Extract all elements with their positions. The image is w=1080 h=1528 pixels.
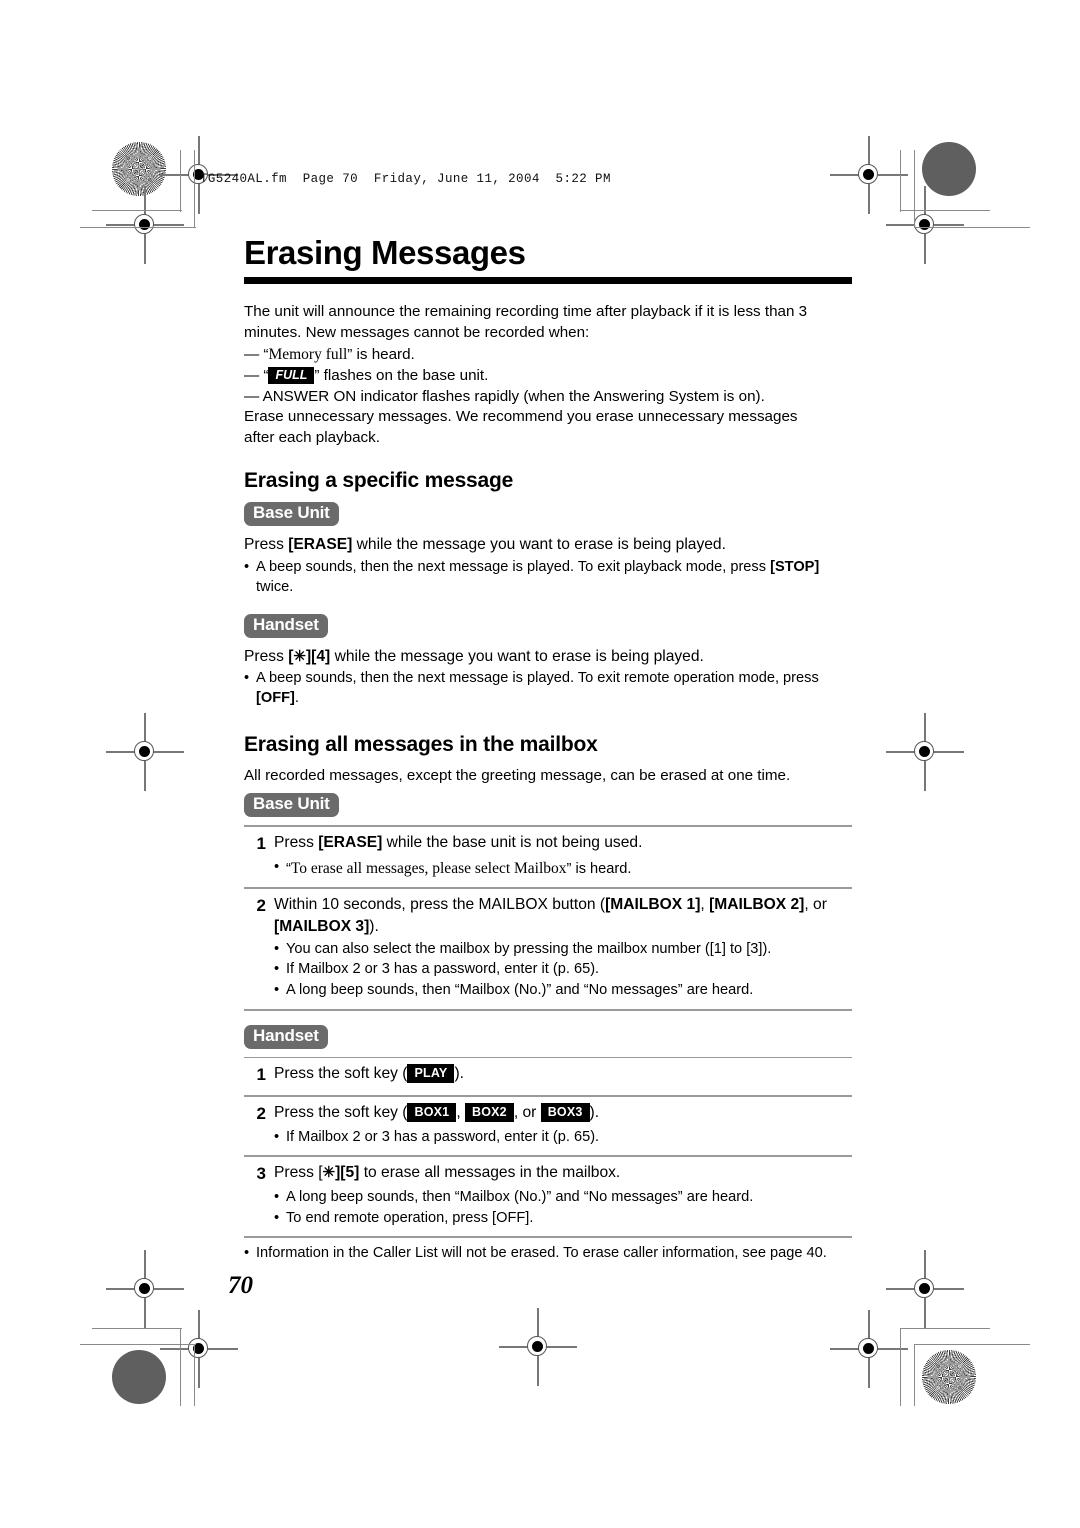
numbered-step-2-handset: 2 Press the soft key (BOX1, BOX2, or BOX… [244, 1102, 852, 1126]
section-heading-erasing-all-messages: Erasing all messages in the mailbox [244, 733, 598, 757]
handset-badge: Handset [244, 613, 328, 638]
step-text: Press the soft key (BOX1, BOX2, or BOX3)… [274, 1102, 600, 1122]
list-item: “To erase all messages, please select Ma… [274, 858, 852, 880]
handset-badge: Handset [244, 1024, 328, 1049]
page-number: 70 [228, 1272, 253, 1299]
key-mailbox-3: [MAILBOX 3] [274, 917, 370, 935]
base-unit-instruction-1: Press [ERASE] while the message you want… [244, 536, 726, 554]
key-mailbox-2: [MAILBOX 2] [709, 895, 805, 913]
rosette-mark-top-left [112, 142, 166, 196]
list-item: A beep sounds, then the next message is … [244, 558, 852, 598]
separator-rule [244, 1095, 852, 1097]
intro-dash-item-2: — “FULL” flashes on the base unit. [244, 366, 489, 385]
step-text: Press [✳][5] to erase all messages in th… [274, 1163, 621, 1181]
step-text: Press the soft key (PLAY). [274, 1064, 464, 1084]
crosshair-mark-right-lower [886, 1250, 964, 1328]
intro-line-1: The unit will announce the remaining rec… [244, 302, 808, 320]
crosshair-mark-bottom-center [499, 1308, 577, 1386]
handset-bullets-1: A beep sounds, then the next message is … [244, 669, 852, 709]
softkey-box2-badge: BOX2 [464, 1102, 514, 1122]
separator-rule [244, 1009, 852, 1011]
intro-line-2: minutes. New messages cannot be recorded… [244, 323, 590, 341]
badge-row-handset-1: Handset [244, 613, 852, 638]
badge-row-base-unit-2: Base Unit [244, 793, 852, 818]
intro-paragraph: The unit will announce the remaining rec… [244, 302, 852, 450]
list-item: You can also select the mailbox by press… [274, 940, 852, 960]
page-content: Erasing Messages The unit will announce … [244, 234, 852, 1270]
step-3-handset-bullets: A long beep sounds, then “Mailbox (No.)”… [274, 1188, 852, 1229]
gray-dot-mark-bottom-left [112, 1350, 166, 1404]
separator-rule [244, 1056, 852, 1059]
step-2-handset-bullets: If Mailbox 2 or 3 has a password, enter … [274, 1128, 852, 1148]
section2-lead-text: All recorded messages, except the greeti… [244, 767, 791, 785]
base-unit-bullets-1: A beep sounds, then the next message is … [244, 558, 852, 598]
list-item: Information in the Caller List will not … [244, 1244, 852, 1264]
crosshair-mark-left-middle [106, 713, 184, 791]
key-stop: [STOP] [770, 558, 820, 575]
separator-rule [244, 1236, 852, 1239]
intro-line-4: after each playback. [244, 429, 380, 447]
step-text: Press [ERASE] while the base unit is not… [274, 833, 643, 851]
list-item: If Mailbox 2 or 3 has a password, enter … [274, 1128, 852, 1148]
document-filename-header: TG5240AL.fm Page 70 Friday, June 11, 200… [200, 172, 611, 186]
full-indicator-badge: FULL [268, 366, 315, 385]
numbered-step-1-base: 1 Press [ERASE] while the base unit is n… [244, 832, 852, 856]
asterisk-key-icon: ✳ [293, 647, 306, 665]
crosshair-mark-left-upper [106, 186, 184, 264]
separator-rule [244, 1155, 852, 1157]
title-underline-rule [244, 276, 852, 284]
step-number: 1 [256, 1065, 266, 1085]
intro-dash-item-1: — “Memory full” is heard. [244, 345, 415, 363]
badge-row-handset-2: Handset [244, 1024, 852, 1049]
rosette-mark-bottom-right [922, 1350, 976, 1404]
step-number: 2 [256, 1103, 266, 1123]
separator-rule [244, 887, 852, 889]
step-2-base-bullets: You can also select the mailbox by press… [274, 940, 852, 1002]
crosshair-mark-bottom-left-inner [160, 1310, 238, 1388]
handset-instruction-1: Press [✳][4] while the message you want … [244, 647, 704, 665]
softkey-box1-badge: BOX1 [407, 1102, 457, 1122]
badge-row-base-unit-1: Base Unit [244, 502, 852, 527]
base-unit-badge: Base Unit [244, 502, 339, 527]
step-number: 2 [256, 895, 266, 915]
key-off: [OFF] [256, 690, 295, 707]
crosshair-mark-top-right-inner [830, 136, 908, 214]
base-unit-badge: Base Unit [244, 793, 339, 818]
list-item: A long beep sounds, then “Mailbox (No.)”… [274, 981, 852, 1001]
numbered-step-2-base: 2 Within 10 seconds, press the MAILBOX b… [244, 894, 852, 938]
key-erase: [ERASE] [318, 833, 383, 851]
step-1-base-bullets: “To erase all messages, please select Ma… [274, 858, 852, 880]
intro-dash-item-3: — ANSWER ON indicator flashes rapidly (w… [244, 387, 765, 405]
key-mailbox-1: [MAILBOX 1] [605, 895, 701, 913]
crosshair-mark-left-lower [106, 1250, 184, 1328]
section-heading-erasing-specific-message: Erasing a specific message [244, 469, 514, 493]
softkey-box3-badge: BOX3 [540, 1102, 590, 1122]
crosshair-mark-right-middle [886, 713, 964, 791]
step-number: 1 [256, 833, 266, 853]
intro-line-3: Erase unnecessary messages. We recommend… [244, 408, 798, 426]
softkey-play-badge: PLAY [407, 1064, 455, 1084]
list-item: A long beep sounds, then “Mailbox (No.)”… [274, 1188, 852, 1208]
final-note-bullets: Information in the Caller List will not … [244, 1244, 852, 1264]
separator-rule [244, 825, 852, 827]
list-item: If Mailbox 2 or 3 has a password, enter … [274, 960, 852, 980]
step-number: 3 [256, 1163, 266, 1183]
crosshair-mark-bottom-right-inner [830, 1310, 908, 1388]
gray-dot-mark-top-right [922, 142, 976, 196]
asterisk-key-icon: ✳ [322, 1163, 336, 1181]
step-text: Within 10 seconds, press the MAILBOX but… [274, 895, 827, 935]
list-item: To end remote operation, press [OFF]. [274, 1209, 852, 1229]
numbered-step-3-handset: 3 Press [✳][5] to erase all messages in … [244, 1162, 852, 1186]
list-item: A beep sounds, then the next message is … [244, 669, 852, 709]
page-title: Erasing Messages [244, 234, 526, 271]
key-erase: [ERASE] [288, 536, 353, 554]
numbered-step-1-handset: 1 Press the soft key (PLAY). [244, 1063, 852, 1087]
